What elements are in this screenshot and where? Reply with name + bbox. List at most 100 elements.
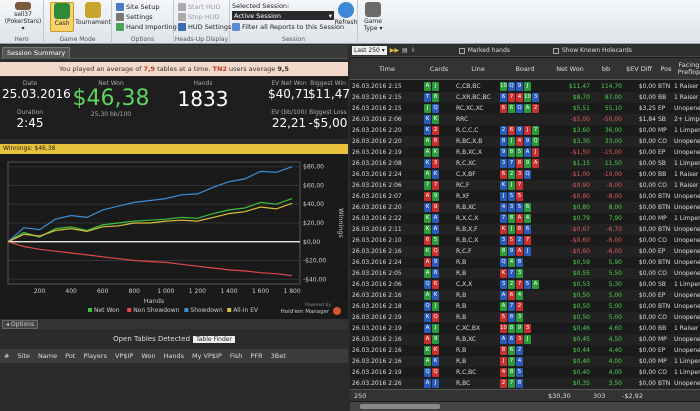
game-type-button[interactable]: Game Type ▾ xyxy=(360,2,386,32)
session-dropdown[interactable]: Active Session ▾ xyxy=(232,11,334,20)
known-holecards-checkbox[interactable] xyxy=(552,47,559,54)
date-label: Date xyxy=(22,80,38,87)
export-icon[interactable]: ⇩ xyxy=(411,47,416,54)
cell-ev: $0,00 xyxy=(638,259,656,266)
table-row[interactable]: 26.03.2016 2:06 7 7 RC,F K J 7 -$0,90 -9,00 $0,00… xyxy=(350,180,700,191)
tab-session-summary[interactable]: Session Summary xyxy=(2,47,71,59)
cell-face: 1 Limper xyxy=(674,281,700,288)
table-row[interactable]: 26.03.2016 2:10 6 5 R,B,C,X 3 5 2 7 -$0,60 -6,00 $… xyxy=(350,235,700,246)
card: 3 xyxy=(524,324,531,333)
cell-bb: 87,00 xyxy=(604,94,622,101)
cell-cards: A9 xyxy=(424,257,454,268)
cell-board: 583 xyxy=(500,312,550,323)
hud-settings-button[interactable]: HUD Settings xyxy=(178,23,231,31)
table-row[interactable]: 26.03.2016 2:19 Q Q R,C,BC 4 8 5 $0,40 4,00 $0,00… xyxy=(350,367,700,378)
card: K xyxy=(424,214,431,223)
cell-pos: BTN xyxy=(658,193,671,200)
open-col-6[interactable]: Won xyxy=(137,352,159,360)
table-row[interactable]: 26.03.2016 2:15 J Q RC,XC,XC 6 6 Q A 2 $5,51 55,10… xyxy=(350,103,700,114)
table-row[interactable]: 26.03.2016 2:08 K 3 R,C,XC 3 7 8 9 A $1,15 11,50 $0… xyxy=(350,158,700,169)
cell-board: 10 8 9 3 xyxy=(500,323,550,334)
table-row[interactable]: 26.03.2016 2:20 K 2 R,C,C,C 2 6 9 J 7 $3,60 36,00 $… xyxy=(350,125,700,136)
col-header-bb[interactable]: bb xyxy=(590,58,622,80)
tournament-label: Tournament xyxy=(75,19,111,26)
x-tick-label: 1 000 xyxy=(157,288,174,295)
open-col-2[interactable]: Name xyxy=(34,352,61,360)
col-header-cards[interactable]: Cards xyxy=(424,58,454,80)
start-hud-button[interactable]: Start HUD xyxy=(178,3,221,11)
table-finder-button[interactable]: Table Finder xyxy=(193,336,235,343)
table-row[interactable]: 26.03.2016 2:19 A K R,B,XC,X 9 8 5 A J -$1,50 -15,… xyxy=(350,147,700,158)
col-header-face[interactable]: Facing Preflop xyxy=(674,58,700,80)
table-row[interactable]: 26.03.2016 2:15 T 8 C,XR,BC,BC 6 7 4 10 3 $8,70 87… xyxy=(350,92,700,103)
cell-line: R,X,C,X xyxy=(456,215,479,222)
col-header-pos[interactable]: Pos xyxy=(658,58,674,80)
open-col-4[interactable]: Players xyxy=(79,352,111,360)
table-row[interactable]: 26.03.2016 2:16 A K R,B J 7 4 $0,40 4,00 $0,00 MP 1… xyxy=(350,356,700,367)
table-row[interactable]: 26.03.2016 2:05 A 8 R,B K 7 3 $0,55 5,50 $0,00 CO U… xyxy=(350,268,700,279)
table-row[interactable]: 26.03.2016 2:16 K K R,B 8 6 2 $0,44 4,40 $0,00 EP U… xyxy=(350,345,700,356)
table-row[interactable]: 26.03.2016 2:16 A K R,B A 6 4 $0,50 5,00 $0,00 EP U… xyxy=(350,290,700,301)
options-button[interactable]: ◂ Options xyxy=(2,320,39,329)
table-row[interactable]: 26.03.2016 2:06 K K RRC -$5,00 -50,00 $1,84 SB 2… xyxy=(350,114,700,125)
table-row[interactable]: 26.03.2016 2:16 A 9 R,B,XC A 6 3 J $0,45 4,50 $0,0… xyxy=(350,334,700,345)
cell-face: Unopened xyxy=(674,204,700,211)
open-col-7[interactable]: Hands xyxy=(159,352,188,360)
table-row[interactable]: 26.03.2016 2:11 K A R,B,X,F K J 8 6 -$0,67 -6,70 $… xyxy=(350,224,700,235)
stop-hud-button[interactable]: Stop HUD xyxy=(178,13,220,21)
cell-ev: $0,00 xyxy=(638,336,656,343)
card: 6 xyxy=(432,280,439,289)
cell-time: 26.03.2016 2:20 xyxy=(352,138,402,145)
table-row[interactable]: 26.03.2016 2:19 A J C,XC,BX 10 8 9 3 $0,46 4,60 $0… xyxy=(350,323,700,334)
col-header-time[interactable]: Time xyxy=(352,58,422,80)
x-tick-label: 1 800 xyxy=(284,288,301,295)
open-col-8[interactable]: My VP$IP xyxy=(188,352,226,360)
cell-face: 1 Raiser xyxy=(674,94,699,101)
table-row[interactable]: 26.03.2016 2:20 K 9 R,B,XC 4 3 5 6 $0,80 8,00 $0,0… xyxy=(350,202,700,213)
table-row[interactable]: 26.03.2016 2:26 A J R,BC 2 7 8 $0,35 3,50 $0,00 BT… xyxy=(350,378,700,389)
table-row[interactable]: 26.03.2016 2:19 K Q R,B 5 8 3 $0,50 5,00 $0,00 CO U… xyxy=(350,312,700,323)
table-row[interactable]: 26.03.2016 2:24 A 9 R,B Q 4 8 $0,59 5,90 $0,00 BTN… xyxy=(350,257,700,268)
table-row[interactable]: 26.03.2016 2:07 A 9 R,XF J 5 5 -$0,80 -8,00 $0,00… xyxy=(350,191,700,202)
notes-icon[interactable]: ▤ xyxy=(402,47,408,54)
table-row[interactable]: 26.03.2016 2:15 A J C,CB,BC 10 Q 9 J $11,47 114,7… xyxy=(350,81,700,92)
table-row[interactable]: 26.03.2016 2:22 K A R,X,C,X 7 8 A 4 $0,79 7,90 $0,… xyxy=(350,213,700,224)
table-row[interactable]: 26.03.2016 2:24 A K C,X,BF 6 2 3 Q -$1,00 -10,00 $… xyxy=(350,169,700,180)
col-header-ev[interactable]: $EV Diff xyxy=(622,58,656,80)
open-col-5[interactable]: VP$IP xyxy=(111,352,137,360)
table-row[interactable]: 26.03.2016 2:20 A 8 R,BC,X,B 8 J 4 9 Q $3,30 33,00… xyxy=(350,136,700,147)
card: 3 xyxy=(432,159,439,168)
open-col-1[interactable]: Site xyxy=(13,352,33,360)
col-header-net[interactable]: Net Won xyxy=(550,58,590,80)
scrollbar-thumb[interactable] xyxy=(360,404,440,409)
site-setup-button[interactable]: Site Setup xyxy=(116,3,159,11)
cell-board: 8J49Q xyxy=(500,136,550,147)
hand-importing-button[interactable]: Hand Importing xyxy=(116,23,177,31)
cell-cards: 65 xyxy=(424,235,454,246)
cell-line: R,XF xyxy=(456,193,470,200)
hero-selector[interactable]: sell37 (PokerStars) ▾ xyxy=(5,2,41,32)
refresh-button[interactable]: Refresh xyxy=(334,2,358,32)
open-col-10[interactable]: PFR xyxy=(246,352,266,360)
filter-session-button[interactable]: Filter all Reports to this Session xyxy=(232,23,344,31)
replay-icon[interactable]: ▶▶ xyxy=(390,47,399,54)
col-header-line[interactable]: Line xyxy=(456,58,500,80)
card: Q xyxy=(432,368,439,377)
table-row[interactable]: 26.03.2016 2:18 Q J R,B A 7 2 $0,50 5,00 $0,00 BTN… xyxy=(350,301,700,312)
tournament-button[interactable]: Tournament xyxy=(75,2,111,32)
table-row[interactable]: 26.03.2016 2:06 Q 6 C,X,X 3 2 7 5 A $0,53 5,30 $0,0… xyxy=(350,279,700,290)
open-col-3[interactable]: Pot xyxy=(61,352,79,360)
settings-button[interactable]: Settings xyxy=(116,13,153,21)
hands-filter-dropdown[interactable]: Last 250 ▾ xyxy=(352,46,387,55)
table-row[interactable]: 26.03.2016 2:16 K Q R,C,F 8 9 A J -$0,60 -6,00 $0,… xyxy=(350,246,700,257)
open-col-11[interactable]: 3Bet xyxy=(267,352,290,360)
cash-button[interactable]: Cash xyxy=(50,2,74,32)
open-col-9[interactable]: Fish xyxy=(226,352,247,360)
marked-hands-checkbox[interactable] xyxy=(458,47,465,54)
card: 6 xyxy=(508,104,515,113)
cell-pos: BTN xyxy=(658,259,671,266)
open-col-0[interactable]: # xyxy=(0,352,13,360)
col-header-board[interactable]: Board xyxy=(500,58,550,80)
cell-line: R,B xyxy=(456,259,467,266)
horizontal-scrollbar[interactable] xyxy=(350,402,700,411)
